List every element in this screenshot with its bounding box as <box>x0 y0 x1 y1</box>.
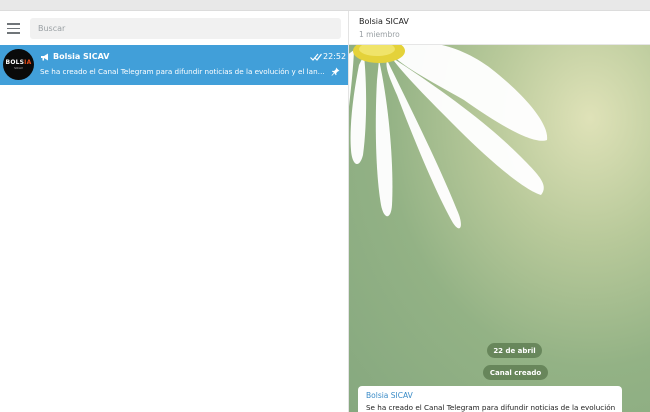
chat-background: 22 de abril Canal creado Bolsia SICAV Se… <box>349 45 650 412</box>
message-bubble[interactable]: Bolsia SICAV Se ha creado el Canal Teleg… <box>358 386 622 412</box>
message-author[interactable]: Bolsia SICAV <box>366 391 413 400</box>
chat-list-item[interactable]: BOLSIA SICAV Bolsia SICAV 22:52 Se ha cr… <box>0 45 348 85</box>
hamburger-menu-icon[interactable] <box>7 23 21 34</box>
search-input[interactable] <box>30 18 341 39</box>
pin-icon <box>331 67 340 76</box>
conversation-member-count: 1 miembro <box>359 30 400 39</box>
chat-name: Bolsia SICAV <box>53 52 110 61</box>
conversation-panel: Bolsia SICAV 1 miembro 22 de abril Canal… <box>349 11 650 412</box>
service-message-pill: Canal creado <box>483 365 548 380</box>
avatar-logo-accent: IA <box>24 58 32 66</box>
avatar-logo-subtext: SICAV <box>14 65 23 70</box>
avatar: BOLSIA SICAV <box>3 49 34 80</box>
chat-preview: Se ha creado el Canal Telegram para difu… <box>40 67 326 76</box>
chat-time: 22:52 <box>323 52 347 61</box>
conversation-title: Bolsia SICAV <box>359 17 409 26</box>
window-top-bar <box>0 0 650 11</box>
conversation-header[interactable]: Bolsia SICAV 1 miembro <box>349 11 650 45</box>
chat-list-panel: BOLSIA SICAV Bolsia SICAV 22:52 Se ha cr… <box>0 11 348 412</box>
megaphone-icon <box>41 53 48 61</box>
message-text: Se ha creado el Canal Telegram para difu… <box>366 403 616 412</box>
avatar-logo-text: BOLS <box>5 58 25 66</box>
double-check-icon <box>310 53 322 61</box>
date-pill: 22 de abril <box>487 343 542 358</box>
